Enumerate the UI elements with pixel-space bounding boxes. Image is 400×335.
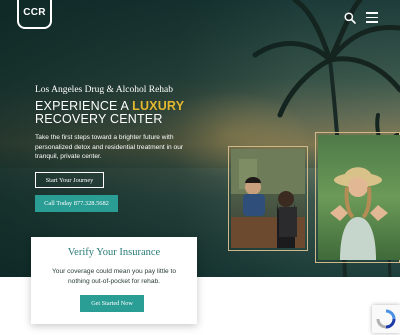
verify-title: Verify Your Insurance (67, 247, 161, 258)
woman-illustration (330, 167, 388, 260)
hero-lead-text: Take the first steps toward a brighter f… (35, 134, 184, 160)
headline-accent: LUXURY (132, 99, 185, 113)
consultation-illustration (231, 149, 305, 248)
recaptcha-icon (376, 309, 396, 329)
headline-prefix: EXPERIENCE A (35, 99, 129, 113)
woman-heart-hands-photo (318, 135, 400, 260)
verify-insurance-card: Verify Your Insurance Your coverage coul… (31, 237, 197, 324)
search-icon[interactable] (343, 11, 357, 25)
consultation-photo (231, 149, 305, 248)
verify-text: Your coverage could mean you pay little … (51, 268, 176, 285)
logo-text: CCR (23, 7, 46, 18)
hamburger-menu-icon[interactable] (366, 12, 378, 23)
hero-section: CCR Los Angeles Drug & Alcohol Rehab EXP… (0, 0, 400, 277)
start-journey-button[interactable]: Start Your Journey (35, 172, 104, 188)
headline-line2: RECOVERY CENTER (35, 112, 163, 126)
logo[interactable]: CCR (17, 0, 52, 29)
hero-kicker: Los Angeles Drug & Alcohol Rehab (35, 85, 173, 95)
recaptcha-badge[interactable] (372, 305, 400, 333)
get-started-button[interactable]: Get Started Now (80, 295, 144, 312)
hero-headline: EXPERIENCE A LUXURY RECOVERY CENTER (35, 100, 184, 126)
call-today-button[interactable]: Call Today 877.328.5682 (35, 195, 118, 212)
